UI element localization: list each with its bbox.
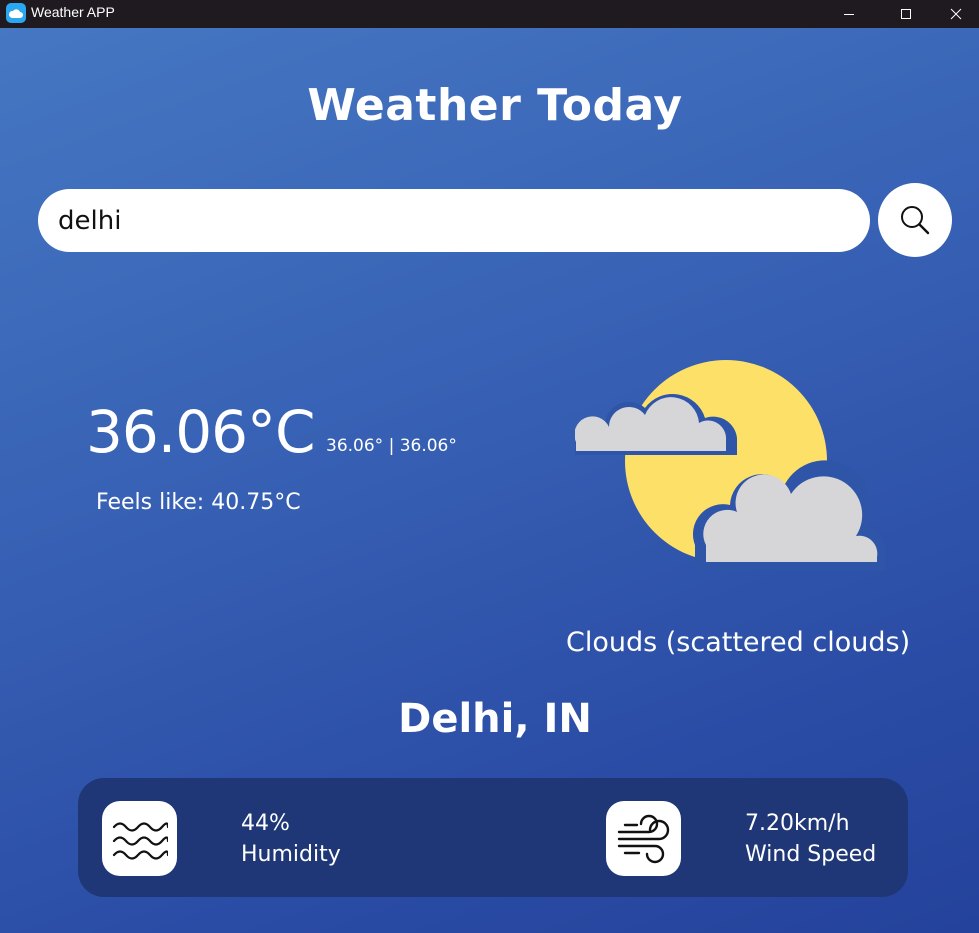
- wind-icon-box: [606, 801, 681, 876]
- minimize-icon: [844, 14, 854, 15]
- minimize-button[interactable]: [826, 0, 872, 28]
- window-title: Weather APP: [31, 4, 115, 20]
- search-button[interactable]: [878, 183, 952, 257]
- temperature: 36.06°C: [86, 398, 316, 466]
- search-icon: [901, 206, 930, 235]
- min-max-temperature: 36.06° | 36.06°: [326, 436, 457, 456]
- search-input[interactable]: [58, 189, 848, 252]
- search-box[interactable]: [38, 189, 870, 252]
- maximize-button[interactable]: [883, 0, 929, 28]
- moon-with-clouds-icon: [573, 360, 886, 574]
- cloud-app-icon: [6, 3, 26, 23]
- feels-like: Feels like: 40.75°C: [96, 490, 301, 515]
- humidity-icon-box: [102, 801, 177, 876]
- humidity-value: 44%: [241, 811, 290, 836]
- close-icon: [950, 8, 962, 20]
- location-name: Delhi, IN: [398, 696, 592, 742]
- page-title: Weather Today: [307, 80, 683, 131]
- humidity-label: Humidity: [241, 842, 341, 867]
- close-button[interactable]: [933, 0, 979, 28]
- weather-description: Clouds (scattered clouds): [566, 627, 911, 658]
- waves-icon: [112, 821, 168, 860]
- stats-panel: 44% Humidity 7.20km/h Wind Speed: [78, 778, 908, 897]
- maximize-icon: [901, 9, 911, 19]
- wind-speed-label: Wind Speed: [745, 842, 877, 867]
- wind-speed-value: 7.20km/h: [745, 811, 850, 836]
- wind-icon: [617, 814, 669, 863]
- app-window: Weather Today 36.06°C 36.06° | 36.06° Fe…: [0, 28, 979, 933]
- title-bar: Weather APP: [0, 0, 979, 28]
